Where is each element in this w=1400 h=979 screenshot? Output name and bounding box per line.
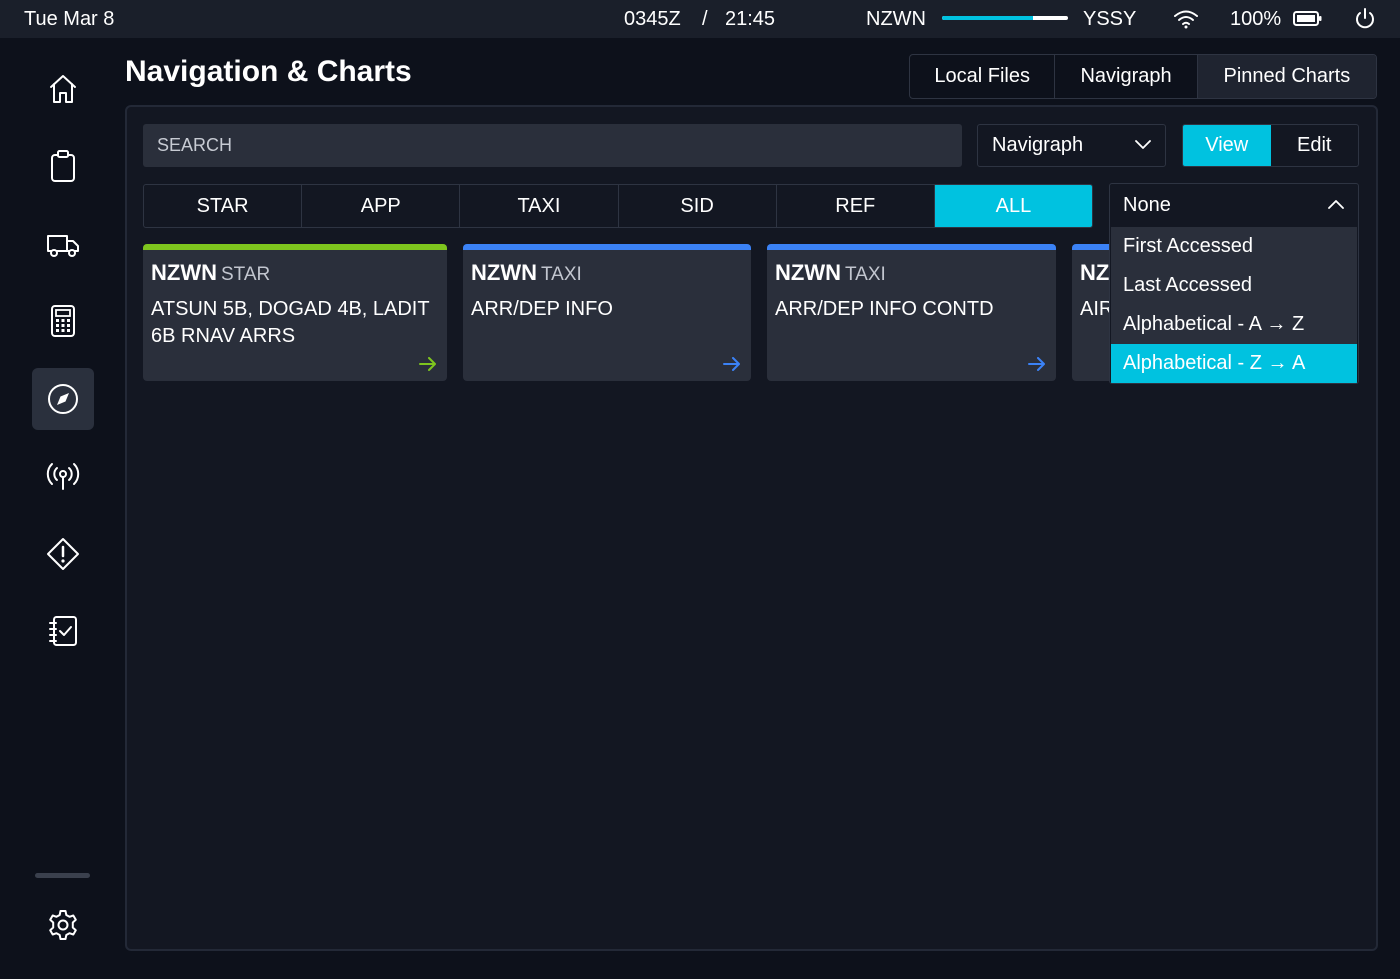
home-icon	[50, 75, 76, 103]
provider-select[interactable]: Navigraph	[977, 124, 1166, 167]
chart-card-title: ATSUN 5B, DOGAD 4B, LADIT 6B RNAV ARRS	[151, 298, 430, 347]
sidebar-item-checklists[interactable]	[32, 600, 94, 662]
view-button[interactable]: View	[1183, 125, 1271, 166]
status-date: Tue Mar 8	[24, 8, 115, 30]
sort-selected-value: None	[1123, 194, 1171, 216]
tab-sid[interactable]: SID	[619, 185, 777, 227]
sort-options: First Accessed Last Accessed Alphabetica…	[1111, 227, 1357, 383]
chart-card-color-bar	[463, 244, 751, 250]
chart-card-type: TAXI	[844, 264, 886, 285]
destination-airport: YSSY	[1083, 8, 1137, 30]
tab-taxi[interactable]: TAXI	[460, 185, 619, 227]
chart-card-title: ARR/DEP INFO CONTD	[775, 298, 994, 320]
sort-dropdown[interactable]: None First Accessed Last Accessed Alphab…	[1109, 183, 1359, 384]
gear-icon	[49, 910, 77, 940]
battery-level: 100%	[1230, 8, 1282, 30]
chart-card-icao: NZWN	[471, 260, 537, 285]
warning-icon	[47, 538, 79, 570]
page-title: Navigation & Charts	[125, 55, 412, 88]
sort-option-alpha-az[interactable]: Alphabetical - A → Z	[1111, 305, 1357, 344]
chart-card-color-bar	[143, 244, 447, 250]
tab-navigraph[interactable]: Navigraph	[1055, 55, 1198, 98]
checklist-icon	[49, 616, 77, 646]
sidebar-item-ground[interactable]	[32, 213, 94, 275]
local-time: 21:45	[725, 8, 776, 30]
radio-tower-icon	[46, 463, 80, 490]
chart-card-icao: NZWN	[775, 260, 841, 285]
sidebar-divider	[35, 873, 90, 878]
tab-star[interactable]: STAR	[144, 185, 303, 227]
flight-progress-fill	[942, 16, 1033, 20]
sort-option-alpha-za[interactable]: Alphabetical - Z → A	[1111, 344, 1357, 383]
sidebar	[0, 38, 125, 979]
time-separator: /	[702, 8, 708, 30]
chevron-up-icon	[1328, 200, 1344, 209]
clipboard-icon	[51, 150, 75, 182]
sort-option-last-accessed[interactable]: Last Accessed	[1111, 266, 1357, 305]
sidebar-item-performance[interactable]	[32, 290, 94, 352]
tab-pinned-charts[interactable]: Pinned Charts	[1197, 55, 1376, 98]
chart-card[interactable]: NZWN TAXI ARR/DEP INFO	[463, 244, 751, 381]
category-tabs: STAR APP TAXI SID REF ALL	[143, 184, 1093, 228]
wifi-icon	[1174, 10, 1198, 29]
view-edit-toggle: View Edit	[1182, 124, 1359, 167]
truck-icon	[47, 235, 79, 257]
battery-icon	[1293, 11, 1322, 26]
power-icon[interactable]	[1353, 7, 1377, 31]
status-bar: Tue Mar 8 0345Z / 21:45 NZWN YSSY 100%	[0, 0, 1400, 38]
chart-card-type: STAR	[220, 264, 271, 285]
arrow-right-icon	[723, 357, 740, 371]
sidebar-item-atc[interactable]	[32, 445, 94, 507]
chart-card[interactable]: NZWN TAXI ARR/DEP INFO CONTD	[767, 244, 1056, 381]
chart-card-icao: NZWN	[151, 260, 217, 285]
arrow-right-icon	[1028, 357, 1045, 371]
edit-button[interactable]: Edit	[1271, 125, 1359, 166]
calculator-icon	[51, 305, 75, 337]
tab-local-files[interactable]: Local Files	[910, 55, 1056, 98]
sidebar-item-failures[interactable]	[32, 523, 94, 585]
chart-card-type: TAXI	[540, 264, 582, 285]
sort-dropdown-header[interactable]: None	[1110, 184, 1358, 227]
sidebar-item-settings[interactable]	[32, 894, 94, 956]
chart-card-title: ARR/DEP INFO	[471, 298, 613, 320]
zulu-time: 0345Z	[624, 8, 681, 30]
origin-airport: NZWN	[866, 8, 926, 30]
sidebar-item-navigation[interactable]	[32, 368, 94, 430]
sidebar-item-home[interactable]	[32, 58, 94, 120]
chevron-down-icon	[1135, 140, 1151, 149]
tab-app[interactable]: APP	[302, 185, 461, 227]
sidebar-item-dispatch[interactable]	[32, 135, 94, 197]
sort-option-first-accessed[interactable]: First Accessed	[1111, 227, 1357, 266]
chart-card-color-bar	[767, 244, 1056, 250]
search-input[interactable]: SEARCH	[143, 124, 962, 167]
chart-card-icao: NZ	[1080, 260, 1110, 285]
tab-ref[interactable]: REF	[777, 185, 935, 227]
arrow-right-icon	[419, 357, 436, 371]
source-tabs: Local Files Navigraph Pinned Charts	[909, 54, 1377, 99]
provider-select-value: Navigraph	[992, 134, 1084, 156]
tab-all[interactable]: ALL	[934, 185, 1092, 227]
flight-progress-bar	[942, 16, 1068, 20]
compass-icon	[48, 384, 78, 414]
chart-card[interactable]: NZWN STAR ATSUN 5B, DOGAD 4B, LADIT 6B RN…	[143, 244, 447, 381]
